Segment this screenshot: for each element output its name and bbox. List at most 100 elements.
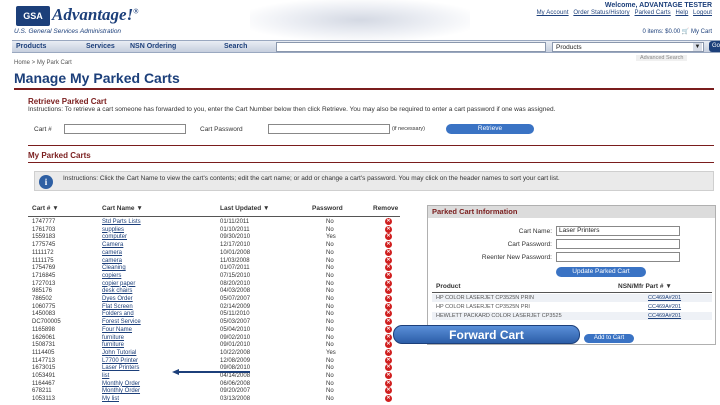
section-divider — [28, 162, 714, 163]
remove-icon[interactable]: ✕ — [385, 256, 392, 264]
remove-icon[interactable]: ✕ — [385, 310, 392, 318]
col-password: Password — [312, 205, 343, 212]
advanced-search-link[interactable]: Advanced Search — [636, 55, 688, 61]
product-name: HP COLOR LASERJET CP3525N PRI — [436, 304, 530, 310]
product-row: HEWLETT PACKARD COLOR LASERJET CP3525 CC… — [432, 312, 712, 320]
remove-icon[interactable]: ✕ — [385, 225, 392, 233]
remove-icon[interactable]: ✕ — [385, 341, 392, 349]
remove-icon[interactable]: ✕ — [385, 318, 392, 326]
search-input[interactable] — [276, 42, 546, 52]
breadcrumb: Home > My Park Cart — [14, 60, 72, 66]
product-nsn[interactable]: CC469A#201 — [648, 303, 681, 311]
chevron-down-icon: ▼ — [693, 43, 702, 51]
panel-title: Parked Cart Information — [428, 206, 715, 218]
retrieve-title: Retrieve Parked Cart — [28, 97, 107, 106]
table-header-rule — [28, 216, 400, 217]
col-cart-number[interactable]: Cart # ▼ — [32, 205, 59, 215]
cart-number-label: Cart # — [34, 126, 52, 133]
search-label: Search — [224, 43, 248, 50]
search-category-select[interactable]: Products ▼ — [552, 42, 704, 52]
col-cart-name[interactable]: Cart Name ▼ — [102, 205, 143, 215]
remove-icon[interactable]: ✕ — [385, 325, 392, 333]
retrieve-instructions: Instructions: To retrieve a cart someone… — [28, 106, 556, 113]
col-label: Cart Name — [102, 205, 135, 212]
remove-icon[interactable]: ✕ — [385, 356, 392, 364]
remove-icon[interactable]: ✕ — [385, 295, 392, 302]
retrieve-button[interactable]: Retrieve — [446, 124, 534, 134]
remove-icon[interactable]: ✕ — [385, 241, 392, 249]
cart-summary[interactable]: 0 items: $0.00 🛒 My Cart — [642, 28, 712, 35]
forward-cart-callout: Forward Cart — [393, 325, 580, 344]
remove-icon[interactable]: ✕ — [385, 372, 392, 379]
cart-password-input[interactable] — [268, 124, 390, 134]
order-status-link[interactable]: Order Status/History — [573, 10, 629, 16]
select-value: Products — [556, 44, 582, 51]
remove-icon[interactable]: ✕ — [385, 348, 392, 356]
add-to-cart-button[interactable]: Add to Cart — [584, 334, 634, 343]
update-parked-cart-button[interactable]: Update Parked Cart — [556, 267, 646, 277]
nav-services[interactable]: Services — [86, 43, 115, 50]
optional-note: (if necessary) — [392, 126, 426, 132]
product-name: HEWLETT PACKARD COLOR LASERJET CP3525 — [436, 313, 562, 319]
remove-icon[interactable]: ✕ — [385, 333, 392, 341]
col-nsn[interactable]: NSN/Mfr Part # ▼ — [618, 283, 672, 290]
parked-carts-link[interactable]: Parked Carts — [635, 10, 671, 16]
col-label: Last Updated — [220, 205, 262, 212]
sort-icon: ▼ — [136, 205, 143, 212]
col-remove: Remove — [373, 205, 399, 212]
parked-carts-title: My Parked Carts — [28, 151, 91, 160]
title-divider — [14, 88, 714, 90]
remove-icon[interactable]: ✕ — [385, 233, 392, 241]
brand-mark: ® — [133, 7, 139, 16]
remove-icon[interactable]: ✕ — [385, 271, 392, 279]
product-nsn[interactable]: CC469A#201 — [648, 312, 681, 320]
product-name: HP COLOR LASERJET CP3525N PRIN — [436, 295, 534, 301]
help-link[interactable]: Help — [676, 10, 689, 16]
brand-name: Advantage! — [52, 5, 134, 24]
cart-name-input[interactable]: Laser Printers — [556, 226, 680, 236]
reenter-password-label: Reenter New Password: — [481, 254, 552, 261]
cart-name-link[interactable]: My list — [102, 395, 119, 403]
remove-icon[interactable]: ✕ — [385, 264, 392, 272]
cart-password-label: Cart Password — [200, 126, 243, 133]
panel-password-label: Cart Password: — [507, 241, 552, 248]
product-nsn[interactable]: CC469A#201 — [648, 294, 681, 302]
col-label: Cart # — [32, 205, 51, 212]
main-nav: Products Services NSN Ordering Search Pr… — [12, 40, 720, 53]
my-account-link[interactable]: My Account — [537, 10, 569, 16]
remove-icon[interactable]: ✕ — [385, 364, 392, 372]
page-title: Manage My Parked Carts — [14, 70, 180, 86]
top-links: My Account Order Status/History Parked C… — [534, 10, 712, 16]
cart-number: 1053113 — [32, 396, 55, 403]
panel-password-input[interactable] — [556, 239, 680, 249]
parked-cart-info-panel: Parked Cart Information Cart Name: Laser… — [427, 205, 716, 345]
product-row: HP COLOR LASERJET CP3525N PRIN CC469A#20… — [432, 294, 712, 302]
last-updated: 03/13/2008 — [220, 396, 251, 403]
remove-icon[interactable]: ✕ — [385, 287, 392, 295]
remove-icon[interactable]: ✕ — [385, 379, 392, 387]
nav-products[interactable]: Products — [16, 43, 46, 50]
product-row: HP COLOR LASERJET CP3525N PRI CC469A#201 — [432, 303, 712, 311]
remove-icon[interactable]: ✕ — [385, 395, 392, 403]
my-cart-label: My Cart — [691, 29, 712, 35]
section-divider — [28, 145, 714, 146]
cart-number-input[interactable] — [64, 124, 186, 134]
welcome-text: Welcome, ADVANTAGE TESTER — [604, 2, 712, 9]
reenter-password-input[interactable] — [556, 252, 680, 262]
remove-icon[interactable]: ✕ — [385, 248, 392, 256]
go-button[interactable]: Go — [709, 41, 720, 52]
nav-nsn-ordering[interactable]: NSN Ordering — [130, 43, 176, 50]
gsa-logo[interactable]: GSA — [16, 6, 50, 26]
remove-icon[interactable]: ✕ — [385, 218, 392, 225]
logout-link[interactable]: Logout — [693, 10, 712, 16]
col-last-updated[interactable]: Last Updated ▼ — [220, 205, 269, 215]
password-flag: No — [326, 396, 334, 403]
agency-name: U.S. General Services Administration — [14, 28, 122, 35]
col-product: Product — [436, 283, 461, 290]
cart-icon: 🛒 — [681, 29, 690, 35]
table-row: 1053113 My list 03/13/2008 No ✕ — [28, 395, 400, 403]
remove-icon[interactable]: ✕ — [385, 302, 392, 310]
remove-icon[interactable]: ✕ — [385, 279, 392, 287]
brand-title[interactable]: Advantage!® — [52, 5, 138, 25]
remove-icon[interactable]: ✕ — [385, 387, 392, 395]
